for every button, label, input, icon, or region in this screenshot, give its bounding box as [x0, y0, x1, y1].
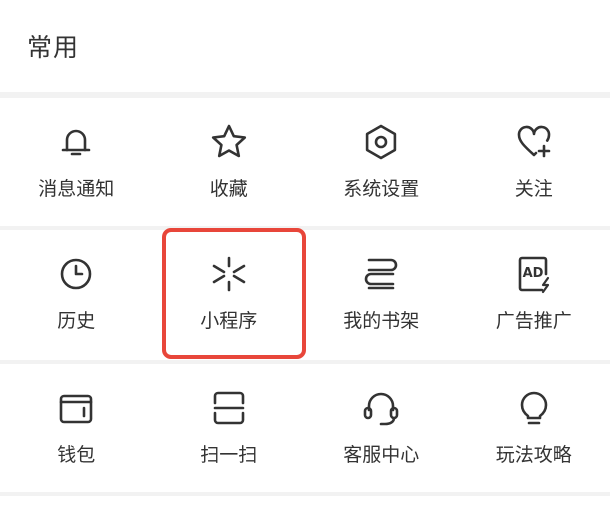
shortcut-ad-promotion[interactable]: AD 广告推广	[458, 230, 610, 360]
bell-icon	[56, 122, 96, 162]
shortcut-history[interactable]: 历史	[0, 230, 153, 360]
bookshelf-icon	[361, 254, 401, 294]
shortcut-label: 小程序	[200, 310, 258, 332]
shortcut-label: 钱包	[57, 444, 96, 466]
heart-plus-icon	[514, 122, 554, 162]
clock-icon	[56, 254, 96, 294]
shortcut-label: 扫一扫	[200, 444, 258, 466]
shortcut-message-notifications[interactable]: 消息通知	[0, 98, 153, 226]
shortcut-customer-service[interactable]: 客服中心	[305, 364, 458, 492]
shortcut-system-settings[interactable]: 系统设置	[305, 98, 458, 226]
gear-icon	[361, 122, 401, 162]
section-header: 常用	[0, 0, 610, 92]
shortcut-label: 玩法攻略	[495, 444, 572, 466]
svg-text:AD: AD	[522, 266, 543, 281]
shortcut-label: 收藏	[209, 178, 248, 200]
lightbulb-icon	[514, 388, 554, 428]
shortcut-wallet[interactable]: 钱包	[0, 364, 153, 492]
shortcut-label: 消息通知	[38, 178, 115, 200]
shortcut-gameplay-guide[interactable]: 玩法攻略	[458, 364, 610, 492]
shortcut-favorites[interactable]: 收藏	[153, 98, 306, 226]
section-title: 常用	[27, 33, 80, 62]
scan-icon	[209, 388, 249, 428]
bottom-band	[0, 496, 610, 508]
headset-icon	[361, 388, 401, 428]
shortcut-label: 历史	[57, 310, 96, 332]
mini-program-icon	[209, 254, 249, 294]
shortcut-label: 我的书架	[343, 310, 420, 332]
shortcut-row: 历史 小程序 我的书架 AD 广告推广	[0, 230, 610, 360]
shortcut-label: 关注	[514, 178, 553, 200]
shortcut-scan[interactable]: 扫一扫	[153, 364, 306, 492]
shortcut-label: 系统设置	[343, 178, 420, 200]
shortcut-mini-programs[interactable]: 小程序	[153, 230, 306, 360]
wallet-icon	[56, 388, 96, 428]
shortcut-my-bookshelf[interactable]: 我的书架	[305, 230, 458, 360]
shortcut-row: 消息通知 收藏 系统设置 关注	[0, 98, 610, 226]
shortcut-label: 广告推广	[495, 310, 572, 332]
ad-icon: AD	[514, 254, 554, 294]
shortcut-row: 钱包 扫一扫 客服中心 玩法攻略	[0, 364, 610, 492]
star-icon	[209, 122, 249, 162]
shortcut-label: 客服中心	[343, 444, 420, 466]
shortcut-following[interactable]: 关注	[458, 98, 610, 226]
